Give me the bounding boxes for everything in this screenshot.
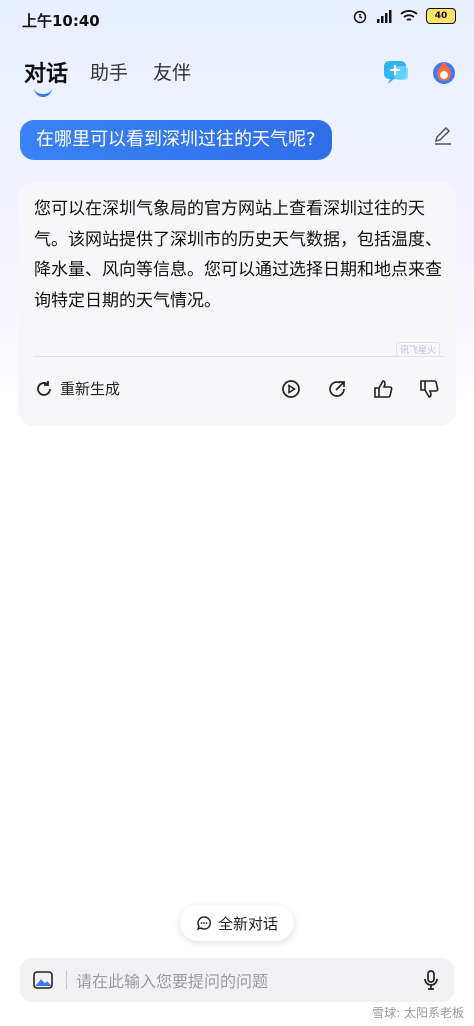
question-input[interactable] <box>74 965 408 997</box>
new-chat-icon[interactable] <box>382 58 410 86</box>
active-tab-indicator <box>34 86 52 97</box>
regenerate-label: 重新生成 <box>60 380 121 398</box>
status-time: 上午10:40 <box>22 12 100 30</box>
edit-icon[interactable] <box>432 124 454 146</box>
top-nav: 对话 助手 友伴 <box>0 52 474 97</box>
status-bar: 上午10:40 40 <box>0 0 474 40</box>
battery-icon: 40 <box>426 8 456 24</box>
chat-bubble-icon <box>196 916 211 931</box>
play-icon[interactable] <box>280 378 302 400</box>
microphone-icon[interactable] <box>420 969 442 991</box>
footer-watermark: 雪球: 太阳系老板 <box>372 1006 464 1020</box>
regenerate-button[interactable]: 重新生成 <box>34 378 120 399</box>
alarm-icon <box>353 10 367 24</box>
thumbs-up-icon[interactable] <box>372 378 394 400</box>
share-icon[interactable] <box>326 378 348 400</box>
answer-card: 您可以在深圳气象局的官方网站上查看深圳过往的天气。该网站提供了深圳市的历史天气数… <box>18 182 456 426</box>
answer-actions <box>280 378 440 400</box>
input-separator <box>66 971 67 989</box>
new-chat-button[interactable]: 全新对话 <box>180 905 294 941</box>
tab-assistant[interactable]: 助手 <box>90 58 128 85</box>
watermark-badge: 讯飞星火 <box>395 342 440 357</box>
refresh-icon <box>37 380 51 396</box>
tab-dialog[interactable]: 对话 <box>24 56 68 88</box>
thumbs-down-icon[interactable] <box>418 378 440 400</box>
wifi-icon <box>400 10 418 21</box>
user-question-bubble: 在哪里可以看到深圳过往的天气呢? <box>20 120 332 160</box>
status-icons: 40 <box>352 8 456 24</box>
tab-companion[interactable]: 友伴 <box>153 58 191 85</box>
answer-text: 您可以在深圳气象局的官方网站上查看深圳过往的天气。该网站提供了深圳市的历史天气数… <box>34 199 442 311</box>
new-chat-label: 全新对话 <box>217 914 278 933</box>
divider <box>34 356 444 357</box>
image-upload-icon[interactable] <box>32 969 54 991</box>
input-bar <box>20 958 454 1002</box>
app-logo-icon[interactable] <box>430 58 458 86</box>
signal-icon <box>377 10 392 23</box>
